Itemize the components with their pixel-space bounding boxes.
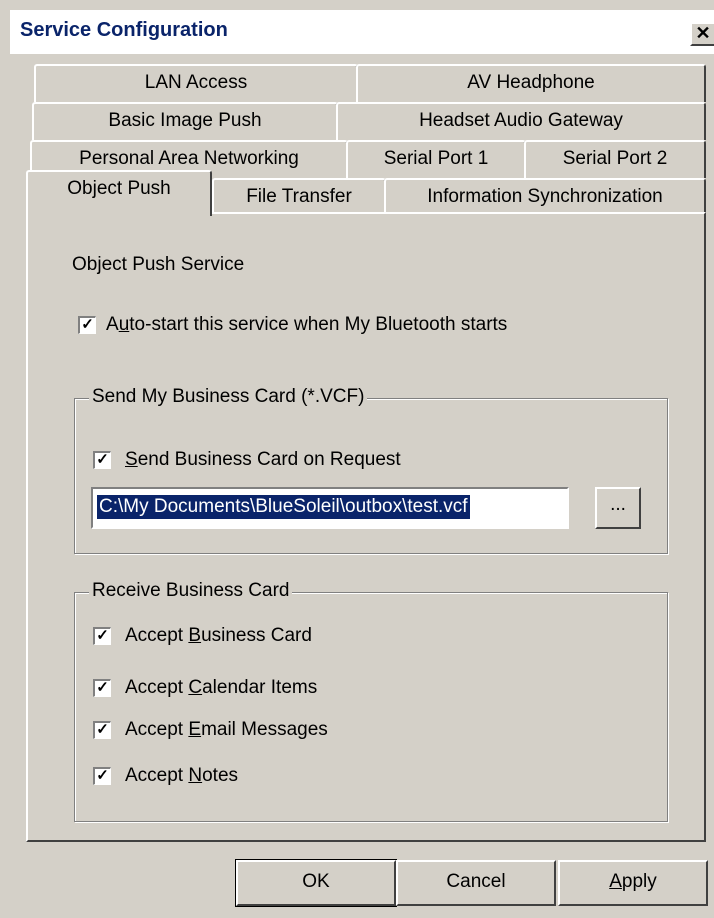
object-push-panel: Object Push Service ✓ Auto-start this se… [26, 212, 706, 842]
tab-headset-audio-gateway[interactable]: Headset Audio Gateway [336, 102, 706, 140]
apply-button[interactable]: Apply [558, 860, 708, 906]
close-icon: ✕ [695, 23, 711, 43]
ok-label: OK [302, 871, 330, 892]
title-bar: Service Configuration ✕ [10, 10, 714, 54]
tab-file-transfer[interactable]: File Transfer [212, 178, 386, 214]
browse-label: ... [610, 494, 626, 515]
send-business-card-group: Send My Business Card (*.VCF) ✓ Send Bus… [74, 386, 668, 554]
autostart-checkbox[interactable]: ✓ [78, 316, 96, 334]
tab-av-headphone[interactable]: AV Headphone [356, 64, 706, 102]
tab-basic-image-push[interactable]: Basic Image Push [32, 102, 338, 140]
tab-label: Object Push [67, 178, 171, 199]
browse-button[interactable]: ... [595, 487, 641, 529]
tab-label: Information Synchronization [427, 186, 663, 207]
apply-label: Apply [609, 871, 657, 892]
accept-calendar-items-label: Accept Calendar Items [125, 677, 318, 698]
tab-serial-port-1[interactable]: Serial Port 1 [346, 140, 526, 178]
tab-label: AV Headphone [467, 72, 595, 93]
tab-information-synchronization[interactable]: Information Synchronization [384, 178, 706, 214]
cancel-label: Cancel [446, 871, 506, 892]
send-on-request-label: Send Business Card on Request [125, 449, 401, 470]
accept-calendar-items-checkbox[interactable]: ✓ [93, 679, 111, 697]
accept-email-messages-label: Accept Email Messages [125, 719, 328, 740]
accept-business-card-label: Accept Business Card [125, 625, 312, 646]
vcf-path-input[interactable]: C:\My Documents\BlueSoleil\outbox\test.v… [91, 487, 569, 529]
receive-group-legend: Receive Business Card [89, 580, 293, 602]
service-heading: Object Push Service [72, 254, 245, 275]
tab-object-push[interactable]: Object Push [26, 170, 212, 216]
tab-label: Basic Image Push [108, 110, 262, 131]
accept-business-card-checkbox[interactable]: ✓ [93, 627, 111, 645]
service-configuration-window: Service Configuration ✕ LAN Access AV He… [0, 0, 714, 918]
tab-label: Serial Port 2 [562, 148, 668, 169]
vcf-path-value: C:\My Documents\BlueSoleil\outbox\test.v… [97, 495, 470, 519]
accept-notes-checkbox[interactable]: ✓ [93, 767, 111, 785]
tab-label: LAN Access [144, 72, 248, 93]
window-title: Service Configuration [20, 19, 228, 41]
tab-lan-access[interactable]: LAN Access [34, 64, 358, 102]
tab-label: Headset Audio Gateway [419, 110, 623, 131]
tab-label: Personal Area Networking [79, 148, 299, 169]
send-on-request-checkbox[interactable]: ✓ [93, 451, 111, 469]
send-group-legend: Send My Business Card (*.VCF) [89, 386, 368, 408]
accept-email-messages-checkbox[interactable]: ✓ [93, 721, 111, 739]
autostart-label: Auto-start this service when My Bluetoot… [106, 314, 508, 335]
ok-button[interactable]: OK [235, 859, 397, 907]
accept-notes-label: Accept Notes [125, 765, 239, 786]
tab-serial-port-2[interactable]: Serial Port 2 [524, 140, 706, 178]
cancel-button[interactable]: Cancel [396, 860, 556, 906]
receive-business-card-group: Receive Business Card ✓ Accept Business … [74, 580, 668, 822]
tab-label: File Transfer [246, 186, 352, 207]
close-button[interactable]: ✕ [690, 22, 714, 46]
tab-label: Serial Port 1 [383, 148, 489, 169]
